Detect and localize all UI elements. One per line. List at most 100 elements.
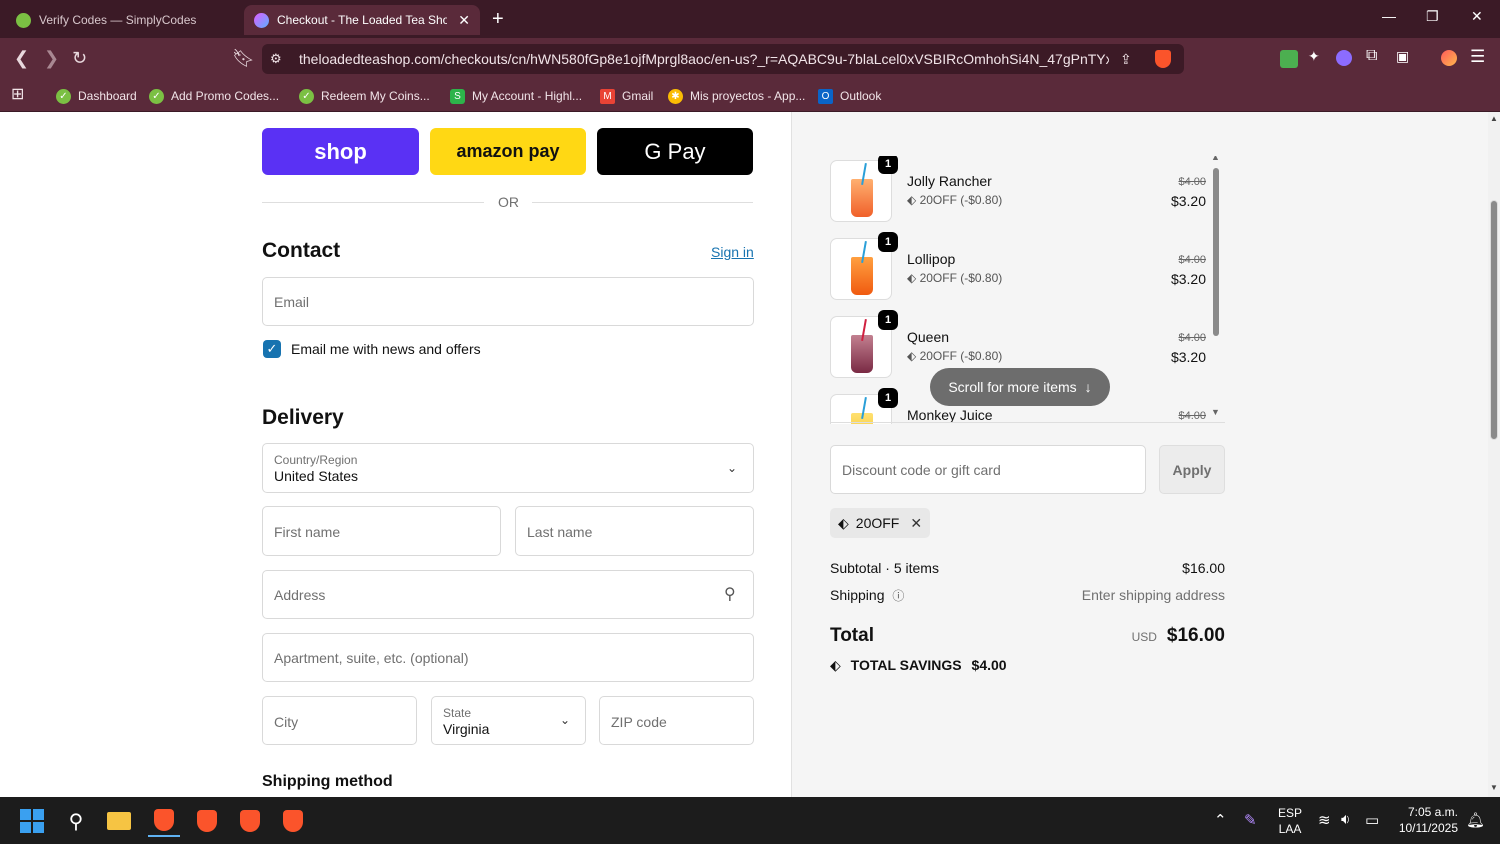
notifications-bell-icon[interactable]: 🔔︎	[1466, 811, 1485, 829]
scroll-up-icon[interactable]: ▲	[1211, 156, 1220, 162]
subtotal-value: $16.00	[1182, 560, 1225, 576]
start-button[interactable]	[16, 805, 48, 837]
help-icon[interactable]: ⓘ	[892, 589, 904, 603]
discount-code-field[interactable]: Discount code or gift card	[830, 445, 1146, 494]
scroll-down-icon[interactable]: ▼	[1490, 783, 1498, 792]
google-pay-button[interactable]: G Pay	[597, 128, 753, 175]
volume-icon[interactable]: 🔉︎	[1341, 811, 1350, 828]
new-tab-button[interactable]: +	[492, 8, 504, 31]
wallet-icon[interactable]: ▣	[1396, 48, 1409, 65]
bookmark-label: Redeem My Coins...	[321, 89, 430, 103]
reload-icon[interactable]: ↻	[72, 48, 87, 69]
simplycodes-favicon-icon	[16, 12, 31, 28]
tag-icon: ⬖	[907, 193, 920, 207]
minimize-icon[interactable]: —	[1382, 8, 1396, 24]
bookmark-mis-proyectos[interactable]: ✱ Mis proyectos - App...	[668, 85, 805, 107]
close-tab-icon[interactable]: ✕	[458, 12, 470, 29]
back-icon[interactable]: ❮	[14, 48, 29, 69]
apply-label: Apply	[1172, 461, 1212, 478]
tag-icon: ⬖	[838, 514, 849, 531]
total-currency: USD	[1131, 630, 1157, 644]
scroll-down-icon[interactable]: ▼	[1211, 407, 1220, 417]
apply-button[interactable]: Apply	[1159, 445, 1225, 494]
restore-icon[interactable]: ❐	[1426, 8, 1439, 25]
first-name-field[interactable]: First name	[262, 506, 501, 556]
menu-icon[interactable]: ☰	[1470, 47, 1485, 67]
pen-icon[interactable]: ✎	[1244, 811, 1257, 829]
address-bar[interactable]: ⚙ theloadedteashop.com/checkouts/cn/hWN5…	[262, 44, 1184, 74]
state-value: Virginia	[443, 721, 490, 737]
newsletter-label: Email me with news and offers	[291, 341, 481, 357]
remove-code-icon[interactable]: ✕	[910, 515, 922, 532]
extensions-puzzle-icon[interactable]: ⧉	[1366, 47, 1377, 65]
share-icon[interactable]: ⇪	[1120, 51, 1132, 68]
language-indicator[interactable]: ESP LAA	[1278, 805, 1302, 837]
bookmark-gmail[interactable]: M Gmail	[600, 85, 653, 107]
gmail-icon: M	[600, 88, 615, 104]
tab-verify-codes[interactable]: Verify Codes — SimplyCodes	[6, 5, 242, 35]
city-placeholder: City	[274, 714, 299, 730]
bookmark-add-promo[interactable]: ✓ Add Promo Codes...	[149, 85, 279, 107]
brave-browser-icon[interactable]	[148, 805, 180, 837]
forward-icon[interactable]: ❯	[44, 48, 59, 69]
state-select[interactable]: State Virginia ⌄	[431, 696, 586, 745]
page-scrollbar[interactable]: ▲ ▼	[1488, 112, 1500, 797]
leo-ai-icon[interactable]	[1441, 50, 1457, 66]
bookmark-label: Add Promo Codes...	[171, 89, 280, 103]
city-field[interactable]: City	[262, 696, 417, 745]
show-hidden-icons-icon[interactable]: ⌃	[1214, 811, 1227, 829]
tab-checkout[interactable]: Checkout - The Loaded Tea Shop ✕	[244, 5, 480, 35]
simplycodes-icon: ✓	[299, 88, 314, 104]
tag-icon: ⬖	[830, 657, 841, 673]
apartment-field[interactable]: Apartment, suite, etc. (optional)	[262, 633, 754, 682]
extension-icon[interactable]: ✦	[1308, 48, 1320, 65]
bookmark-dashboard[interactable]: ✓ Dashboard	[56, 85, 137, 107]
scroll-for-more-button[interactable]: Scroll for more items ↓	[930, 368, 1110, 406]
zip-field[interactable]: ZIP code	[599, 696, 754, 745]
search-icon[interactable]: ⚲	[60, 805, 92, 837]
items-scrollbar-thumb[interactable]	[1213, 168, 1219, 336]
shop-pay-button[interactable]: shop	[262, 128, 419, 175]
address-field[interactable]: Address ⚲	[262, 570, 754, 619]
item-old-price: $4.00	[1178, 410, 1206, 422]
clock[interactable]: 7:05 a.m. 10/11/2025	[1394, 804, 1458, 836]
brave-shield-icon[interactable]	[1155, 50, 1171, 68]
subtotal-label: Subtotal · 5 items	[830, 560, 939, 576]
site-settings-icon[interactable]: ⚙	[270, 51, 282, 67]
list-item: 1 Jolly Rancher ⬖ 20OFF (-$0.80) $4.00 $…	[830, 156, 1210, 224]
apps-script-icon: ✱	[668, 88, 683, 104]
total-value: $16.00	[1166, 625, 1225, 646]
sign-in-link[interactable]: Sign in	[711, 244, 754, 260]
arrow-down-icon: ↓	[1084, 379, 1092, 395]
items-scrollbar[interactable]: ▲ ▼	[1211, 156, 1220, 424]
apps-grid-icon[interactable]: ⊞	[11, 84, 24, 104]
newsletter-checkbox[interactable]: ✓	[263, 340, 281, 358]
search-icon[interactable]: ⚲	[724, 584, 736, 604]
bookmark-my-account[interactable]: S My Account - Highl...	[450, 85, 582, 107]
bookmark-redeem-coins[interactable]: ✓ Redeem My Coins...	[299, 85, 430, 107]
brave-profile-2-icon[interactable]	[191, 805, 223, 837]
page-scrollbar-thumb[interactable]	[1490, 200, 1498, 440]
email-field[interactable]: Email	[262, 277, 754, 326]
file-explorer-icon[interactable]	[103, 805, 135, 837]
last-name-field[interactable]: Last name	[515, 506, 754, 556]
quantity-badge: 1	[878, 156, 898, 174]
contact-heading: Contact	[262, 239, 341, 262]
item-price: $3.20	[1170, 193, 1206, 209]
amazon-pay-button[interactable]: amazon pay	[430, 128, 586, 175]
extension-us-icon[interactable]	[1280, 50, 1298, 68]
scroll-up-icon[interactable]: ▲	[1490, 114, 1498, 123]
or-separator: OR	[498, 194, 519, 210]
simplycodes-icon: ✓	[56, 88, 71, 104]
close-window-icon[interactable]: ✕	[1471, 8, 1483, 25]
brave-profile-3-icon[interactable]	[234, 805, 266, 837]
brave-profile-4-icon[interactable]	[277, 805, 309, 837]
wifi-icon[interactable]: ≋	[1318, 811, 1331, 829]
tag-icon: ⬖	[907, 271, 920, 285]
bookmark-outlook[interactable]: O Outlook	[818, 85, 881, 107]
savings-value: $4.00	[971, 657, 1007, 673]
country-select[interactable]: Country/Region United States ⌄	[262, 443, 754, 493]
battery-icon[interactable]: ▭	[1365, 811, 1379, 829]
bookmark-icon[interactable]: 🔖︎	[232, 48, 255, 69]
extension-purple-icon[interactable]	[1336, 50, 1352, 66]
